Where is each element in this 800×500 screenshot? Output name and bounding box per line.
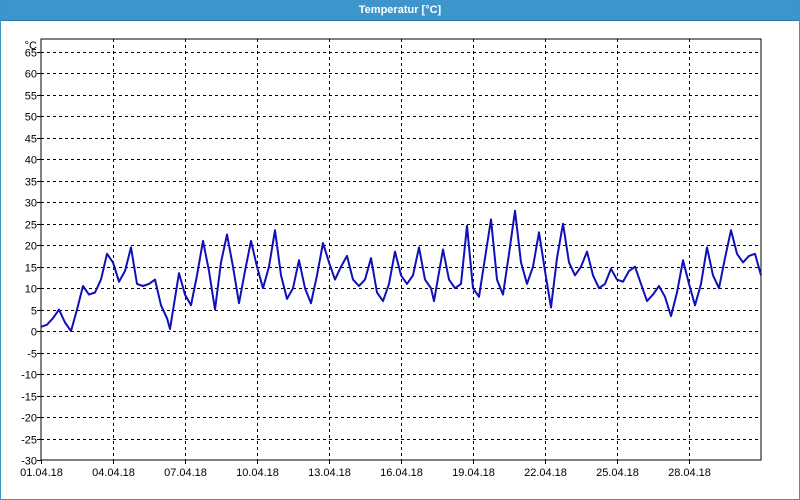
x-tick-label: 04.04.18	[92, 467, 135, 479]
y-tick-label: -30	[21, 456, 37, 468]
y-tick-label: 55	[25, 91, 37, 103]
y-tick-label: 25	[25, 220, 37, 232]
x-tick-label: 16.04.18	[380, 467, 423, 479]
y-tick-label: -10	[21, 370, 37, 382]
y-tick-label: 0	[31, 327, 37, 339]
y-tick-label: 60	[25, 69, 37, 81]
y-tick-label: 30	[25, 198, 37, 210]
y-tick-label: 50	[25, 112, 37, 124]
y-tick-label: 10	[25, 284, 37, 296]
chart-window: Temperatur [°C] 65 60 55 50 45 40 35 30 25 20 15 10…	[0, 0, 800, 500]
axes	[37, 38, 762, 464]
y-tick-label: -25	[21, 435, 37, 447]
y-tick-label: 35	[25, 177, 37, 189]
y-tick-label: -15	[21, 392, 37, 404]
x-tick-label: 13.04.18	[308, 467, 351, 479]
y-tick-label: -20	[21, 413, 37, 425]
tick-labels: 65605550454035302520151050-5-10-15-20-25…	[20, 40, 711, 479]
series-layer	[40, 209, 762, 333]
y-tick-label: 45	[25, 134, 37, 146]
y-tick-label: 15	[25, 263, 37, 275]
temperature-series-line	[40, 209, 762, 333]
x-tick-label: 19.04.18	[452, 467, 495, 479]
y-tick-label: 5	[31, 306, 37, 318]
x-tick-label: 07.04.18	[164, 467, 207, 479]
x-tick-label: 28.04.18	[668, 467, 711, 479]
x-tick-label: 01.04.18	[20, 467, 63, 479]
y-axis-unit: °C	[25, 40, 37, 52]
x-tick-label: 10.04.18	[236, 467, 279, 479]
grid	[41, 39, 761, 460]
x-tick-label: 25.04.18	[596, 467, 639, 479]
y-tick-label: 40	[25, 155, 37, 167]
x-tick-label: 22.04.18	[524, 467, 567, 479]
temperature-chart: 65605550454035302520151050-5-10-15-20-25…	[20, 38, 762, 479]
y-tick-label: 20	[25, 241, 37, 253]
y-tick-label: -5	[27, 349, 37, 361]
